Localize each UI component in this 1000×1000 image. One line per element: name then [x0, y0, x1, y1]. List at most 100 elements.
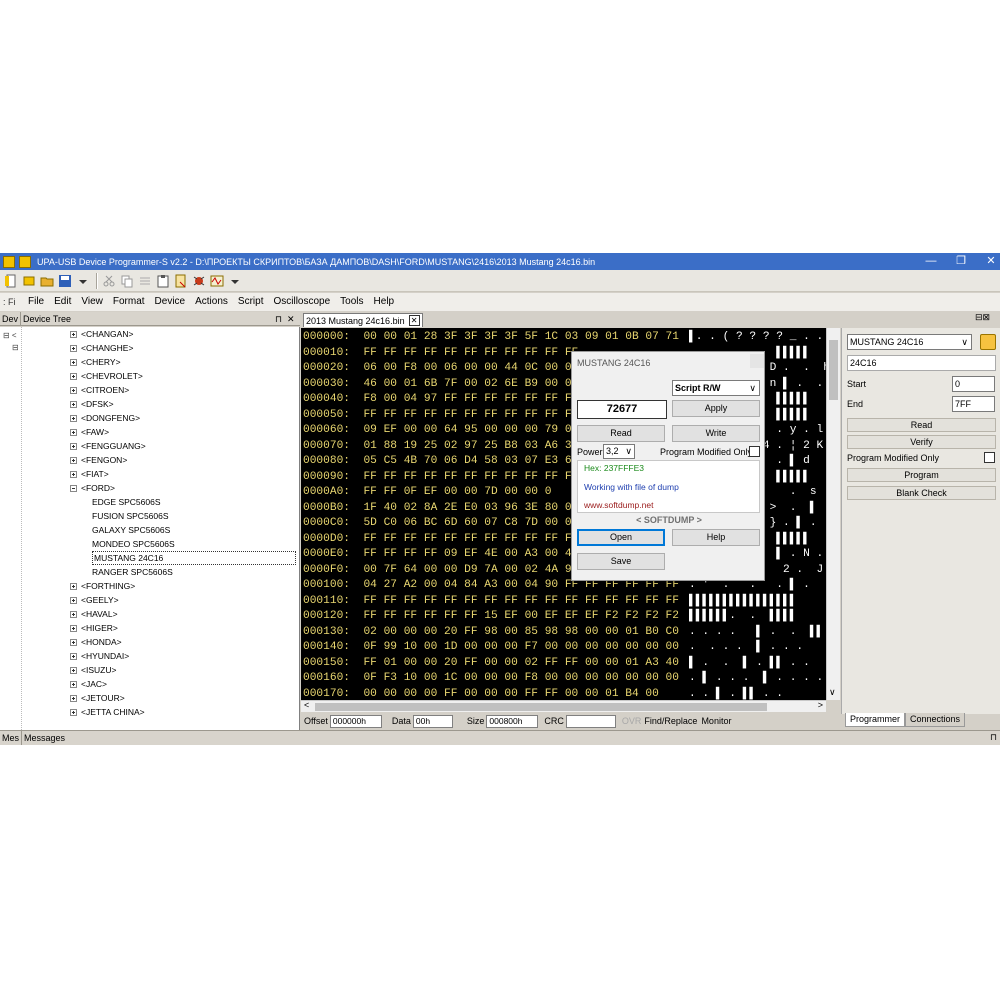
hex-row[interactable]: 000070: 01 88 19 25 02 97 25 B8 03 A6 3 … [303, 439, 823, 454]
hex-row[interactable]: 000000: 00 00 01 28 3F 3F 3F 3F 5F 1C 03… [303, 330, 823, 345]
tree-group-item[interactable]: <HONDA> [70, 635, 122, 649]
messages-pin-icon[interactable]: ⊓ [990, 732, 997, 743]
hex-bytes[interactable]: FF FF FF FF 09 EF 4E 00 A3 00 4 [363, 548, 571, 560]
hex-bytes[interactable]: 00 00 01 28 3F 3F 3F 3F 5F 1C 03 09 01 0… [363, 331, 679, 343]
hex-row[interactable]: 000060: 09 EF 00 00 64 95 00 00 00 79 0 … [303, 423, 823, 438]
new-file-icon[interactable] [3, 273, 19, 289]
copy-icon[interactable] [119, 273, 135, 289]
expand-icon[interactable] [70, 582, 77, 590]
scroll-right-icon[interactable]: > [818, 700, 823, 710]
apply-button[interactable]: Apply [672, 400, 760, 417]
hex-bytes[interactable]: 09 EF 00 00 64 95 00 00 00 79 0 [363, 424, 571, 436]
expand-icon[interactable] [70, 694, 77, 702]
dialog-program-modified-checkbox[interactable] [749, 446, 760, 457]
hex-ascii[interactable]: . . . . ▌ . . . [689, 640, 803, 655]
find-replace-tab[interactable]: Find/Replace [644, 716, 697, 726]
hex-bytes[interactable]: 00 7F 64 00 00 D9 7A 00 02 4A 9 [363, 564, 571, 576]
power-select[interactable]: 3,2 ∨ [603, 444, 635, 459]
device-tree-dock-tab[interactable]: Dev [0, 311, 22, 326]
expand-icon[interactable] [70, 708, 77, 716]
tree-device-item[interactable]: GALAXY SPC5606S [92, 523, 170, 537]
read-button[interactable]: Read [847, 418, 996, 432]
tree-group-item[interactable]: <CHANGHE> [70, 341, 133, 355]
hex-row[interactable]: 000040: F8 00 04 97 FF FF FF FF FF FF F … [303, 392, 810, 407]
tab-2013-mustang[interactable]: 2013 Mustang 24c16.bin ✕ [303, 313, 423, 327]
hex-bytes[interactable]: 06 00 F8 00 06 00 00 44 0C 00 0 [363, 362, 571, 374]
oscilloscope-icon[interactable] [209, 273, 225, 289]
hex-bytes[interactable]: FF FF FF FF FF FF FF FF FF FF FF FF FF F… [363, 595, 679, 607]
hex-bytes[interactable]: 46 00 01 6B 7F 00 02 6E B9 00 0 [363, 378, 571, 390]
hex-row[interactable]: 000050: FF FF FF FF FF FF FF FF FF FF F … [303, 408, 810, 423]
menu-edit[interactable]: Edit [49, 294, 76, 310]
expand-icon[interactable] [70, 358, 77, 366]
expand-icon[interactable] [70, 680, 77, 688]
dialog-help-button[interactable]: Help [672, 529, 760, 546]
menu-file[interactable]: File [23, 294, 49, 310]
hex-bytes[interactable]: 01 88 19 25 02 97 25 B8 03 A6 3 [363, 440, 571, 452]
restore-button[interactable]: ❐ [948, 254, 974, 268]
pin-icon[interactable]: ⊓ [275, 312, 282, 326]
expand-icon[interactable] [70, 372, 77, 380]
expand-icon[interactable] [70, 666, 77, 674]
tree-group-item[interactable]: <FAW> [70, 425, 109, 439]
hex-ascii[interactable]: ▌▌▌▌▌▌▌▌▌▌▌▌▌▌▌▌ [689, 594, 796, 609]
tree-group-item[interactable]: <JAC> [70, 677, 107, 691]
hex-bytes[interactable]: 05 C5 4B 70 06 D4 58 03 07 E3 6 [363, 455, 571, 467]
hex-row[interactable]: 000090: FF FF FF FF FF FF FF FF FF FF F … [303, 470, 810, 485]
expand-icon[interactable] [70, 624, 77, 632]
tree-group-item[interactable]: <GEELY> [70, 593, 119, 607]
hex-row[interactable]: 000120: FF FF FF FF FF FF 15 EF 00 EF EF… [303, 609, 796, 624]
tree-group-item[interactable]: <JETTA CHINA> [70, 705, 145, 719]
expand-icon[interactable] [70, 442, 77, 450]
menu-actions[interactable]: Actions [190, 294, 233, 310]
hex-row[interactable]: 0000D0: FF FF FF FF FF FF FF FF FF FF F … [303, 532, 810, 547]
hex-row[interactable]: 0000E0: FF FF FF FF 09 EF 4E 00 A3 00 4 … [303, 547, 823, 562]
hex-bytes[interactable]: FF FF FF FF FF FF FF FF FF FF F [363, 471, 571, 483]
hex-bytes[interactable]: 5D C0 06 BC 6D 60 07 C8 7D 00 0 [363, 517, 571, 529]
hex-row[interactable]: 000160: 0F F3 10 00 1C 00 00 00 F8 00 00… [303, 671, 823, 686]
open-button[interactable]: Open [577, 529, 665, 546]
code-field[interactable]: 72677 [577, 400, 667, 419]
hex-ascii[interactable]: ▌▌▌▌▌▌. . ▌▌▌▌ [689, 609, 796, 624]
collapse-icon[interactable] [70, 484, 77, 492]
tree-group-item[interactable]: <CHERY> [70, 355, 121, 369]
dialog-close-button[interactable] [750, 354, 764, 368]
close-button[interactable]: ✕ [978, 254, 1000, 268]
hex-ascii[interactable]: . . ▌ . ▌▌ . . [689, 687, 783, 701]
tree-group-item[interactable]: <HIGER> [70, 621, 118, 635]
hex-row[interactable]: 000170: 00 00 00 00 FF 00 00 00 FF FF 00… [303, 687, 783, 701]
hex-row[interactable]: 000010: FF FF FF FF FF FF FF FF FF FF FF… [303, 346, 810, 361]
expand-icon[interactable] [70, 652, 77, 660]
expand-icon[interactable] [70, 456, 77, 464]
scroll-left-icon[interactable]: < [304, 700, 309, 710]
grid-icon[interactable] [137, 273, 153, 289]
tree-group-item[interactable]: <DFSK> [70, 397, 114, 411]
open-folder-icon[interactable] [39, 273, 55, 289]
dialog-read-button[interactable]: Read [577, 425, 665, 442]
tree-root-expander[interactable]: ⊟ < [3, 331, 17, 340]
tree-group-item[interactable]: <HAVAL> [70, 607, 118, 621]
tab-connections[interactable]: Connections [905, 713, 966, 727]
expand-icon[interactable] [70, 386, 77, 394]
hex-bytes[interactable]: 02 00 00 00 20 FF 98 00 85 98 98 00 00 0… [363, 626, 679, 638]
bug-icon[interactable] [191, 273, 207, 289]
end-input[interactable]: 7FF [952, 396, 995, 412]
tree-group-item[interactable]: <ISUZU> [70, 663, 116, 677]
vertical-scroll-thumb[interactable] [829, 340, 838, 400]
chip-icon[interactable] [21, 273, 37, 289]
hex-row[interactable]: 000130: 02 00 00 00 20 FF 98 00 85 98 98… [303, 625, 823, 640]
dropdown-arrow-icon-2[interactable] [227, 273, 243, 289]
expand-icon[interactable] [70, 596, 77, 604]
hex-bytes[interactable]: FF FF FF FF FF FF FF FF FF FF F [363, 409, 571, 421]
run-script-icon[interactable] [980, 334, 996, 350]
info-url[interactable]: www.softdump.net [584, 500, 653, 510]
tree-group-item[interactable]: <CHANGAN> [70, 327, 133, 341]
hex-row[interactable]: 0000A0: FF FF 0F EF 00 00 7D 00 00 0 . s [303, 485, 817, 500]
tab-close-icon[interactable]: ✕ [408, 315, 420, 326]
menu-oscilloscope[interactable]: Oscilloscope [268, 294, 335, 310]
script-mode-select[interactable]: Script R/W ∨ [672, 380, 760, 396]
tree-group-item[interactable]: <FENGGUANG> [70, 439, 146, 453]
messages-dock-tab[interactable]: Mes [0, 731, 23, 745]
program-button[interactable]: Program [847, 468, 996, 482]
expand-icon[interactable] [70, 470, 77, 478]
